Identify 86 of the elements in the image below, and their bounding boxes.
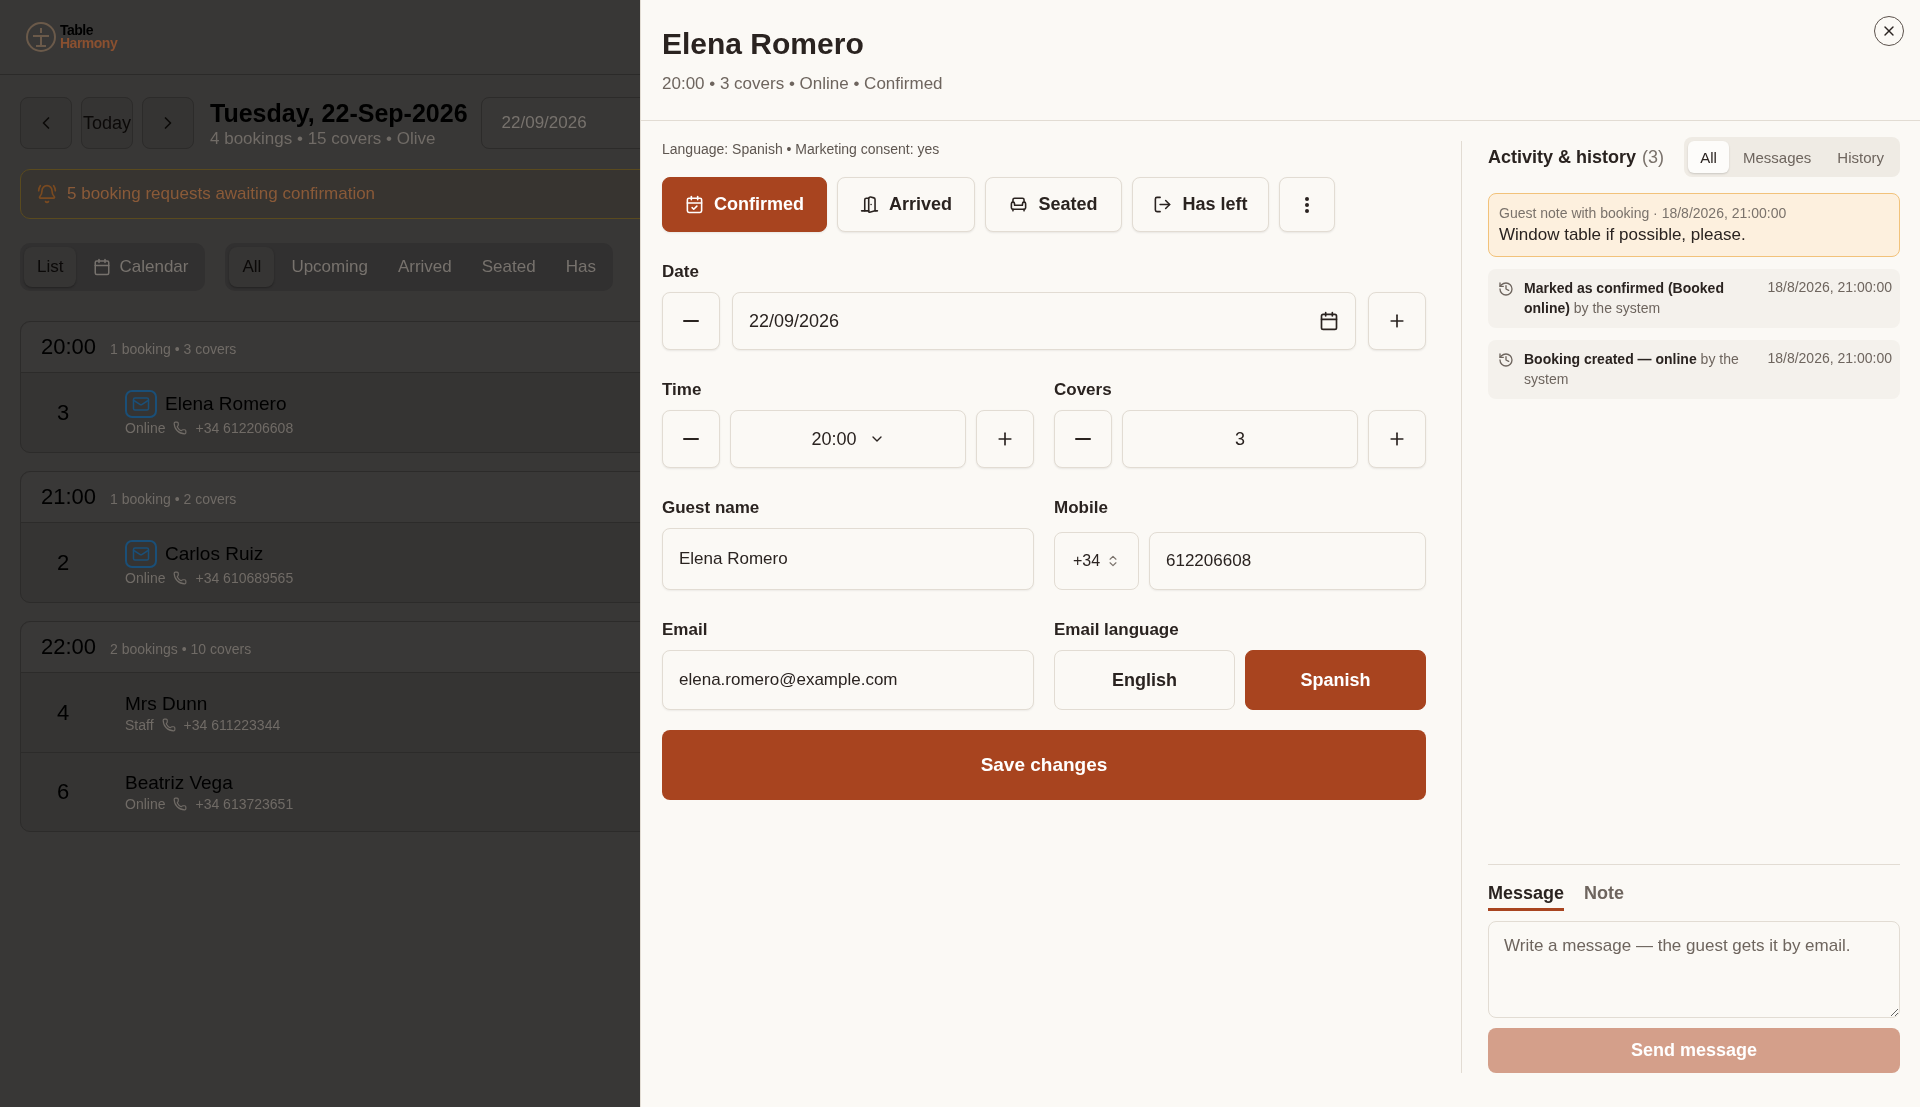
phone-icon	[173, 570, 188, 585]
activity-count: (3)	[1642, 146, 1665, 168]
minus-icon	[1075, 438, 1091, 440]
save-button[interactable]: Save changes	[662, 730, 1426, 800]
activity-tab[interactable]: History	[1825, 141, 1896, 173]
calendar-check-icon	[685, 195, 704, 214]
day-title: Tuesday, 22-Sep-2026	[210, 97, 468, 128]
close-button[interactable]	[1874, 16, 1904, 46]
group-time: 22:00	[41, 634, 97, 660]
bell-icon	[37, 184, 57, 204]
status-button[interactable]: Seated	[985, 177, 1122, 232]
decrease-button[interactable]	[1054, 410, 1112, 468]
status-button[interactable]: Confirmed	[662, 177, 827, 232]
guest-meta: Language: Spanish • Marketing consent: yes	[662, 141, 941, 157]
decrease-button[interactable]	[662, 410, 720, 468]
door-icon	[860, 195, 879, 214]
armchair-icon	[1009, 195, 1029, 214]
calendar-icon	[1319, 311, 1339, 331]
booking-source: Online	[125, 419, 166, 436]
note-text: Window table if possible, please.	[1499, 225, 1747, 245]
composer-tab[interactable]: Note	[1584, 883, 1625, 911]
guest-name-input[interactable]: Elena Romero	[662, 528, 1034, 590]
more-button[interactable]	[1279, 177, 1335, 232]
status-button[interactable]: Has left	[1132, 177, 1269, 232]
phone-icon	[173, 420, 188, 435]
note-meta: Guest note with booking · 18/8/2026, 21:00:00	[1499, 205, 1788, 221]
increase-button[interactable]	[976, 410, 1034, 468]
group-time: 21:00	[41, 484, 97, 510]
date-input[interactable]: 22/09/2026	[732, 292, 1356, 350]
country-code-select[interactable]: +34	[1054, 532, 1139, 590]
field-label: Time	[662, 380, 703, 400]
email-input[interactable]: elena.romero@example.com	[662, 650, 1034, 710]
language-option[interactable]: English	[1054, 650, 1235, 710]
phone-number: +34 610689565	[195, 569, 294, 586]
view-tab[interactable]: Calendar	[80, 247, 202, 287]
message-field[interactable]: Write a message — the guest gets it by email.	[1488, 921, 1900, 1018]
decrease-button[interactable]	[662, 292, 720, 350]
minus-icon	[683, 320, 699, 322]
booking-source: Staff	[125, 716, 154, 733]
phone-icon	[173, 797, 188, 811]
phone-number: +34 612206608	[195, 419, 294, 436]
field-label: Date	[662, 262, 700, 282]
phone-number: +34 611223344	[183, 716, 281, 733]
composer-tab[interactable]: Message	[1488, 883, 1565, 911]
activity-title: Activity & history	[1488, 146, 1637, 168]
activity-tab[interactable]: Messages	[1730, 141, 1824, 173]
history-text: Marked as confirmed (Booked online) by the system	[1524, 279, 1725, 318]
status-filter-tab[interactable]: Arrived	[384, 247, 465, 287]
calendar-icon	[93, 258, 112, 276]
phone-number: +34 613723651	[195, 796, 294, 812]
next-day-button[interactable]	[142, 97, 194, 149]
more-icon	[1305, 196, 1309, 213]
phone-icon	[161, 717, 176, 732]
previous-day-button[interactable]	[20, 97, 72, 149]
mobile-input[interactable]: 612206608	[1149, 532, 1426, 590]
banner-text: 5 booking requests awaiting confirmation	[67, 184, 376, 204]
covers-input[interactable]: 3	[1122, 410, 1358, 468]
drawer-subtitle: 20:00 • 3 covers • Online • Confirmed	[662, 74, 943, 94]
minus-icon	[683, 438, 699, 440]
logo-icon	[25, 21, 57, 53]
field-label: Email	[662, 620, 709, 640]
field-label: Covers	[1054, 380, 1113, 400]
group-time: 20:00	[41, 334, 97, 360]
increase-button[interactable]	[1368, 292, 1426, 350]
booking-source: Online	[125, 796, 166, 812]
booking-source: Online	[125, 569, 166, 586]
status-filter-tab[interactable]: Has	[552, 247, 609, 287]
history-time: 18/8/2026, 21:00:00	[1767, 350, 1892, 367]
time-select[interactable]: 20:00	[730, 410, 966, 468]
language-option[interactable]: Spanish	[1245, 650, 1426, 710]
history-icon	[1498, 352, 1514, 369]
logo-text: Table Harmony	[60, 24, 118, 50]
status-button[interactable]: Arrived	[837, 177, 975, 232]
increase-button[interactable]	[1368, 410, 1426, 468]
activity-tab[interactable]: All	[1688, 141, 1729, 173]
status-filter-tab[interactable]: Upcoming	[278, 247, 381, 287]
field-label: Mobile	[1054, 498, 1109, 518]
history-time: 18/8/2026, 21:00:00	[1767, 279, 1892, 295]
history-icon	[1498, 281, 1514, 297]
day-summary: 4 bookings • 15 covers • Olive	[210, 127, 437, 149]
history-text: Booking created — online by the system	[1524, 350, 1740, 389]
exit-icon	[1153, 195, 1173, 214]
field-label: Email language	[1054, 620, 1180, 640]
field-label: Guest name	[662, 498, 761, 518]
status-filter-tab[interactable]: Seated	[468, 247, 549, 287]
drawer-title: Elena Romero	[662, 26, 864, 62]
